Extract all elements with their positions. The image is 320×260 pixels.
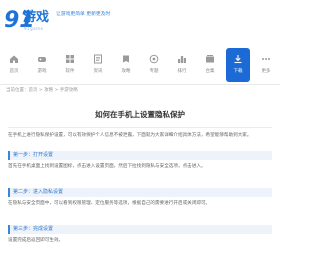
section-body: 设置完成后返回即可生效。 — [8, 238, 64, 243]
nav-item-software[interactable]: 软件 — [58, 48, 82, 82]
nav-label: 下载 — [233, 69, 243, 74]
more-icon — [262, 58, 270, 60]
topic-icon — [149, 54, 159, 64]
section-heading: 第三步：完成设置 — [8, 225, 272, 234]
nav-item-guides[interactable]: 攻略 — [114, 48, 138, 82]
nav-label: 排行 — [177, 69, 187, 74]
nav-item-topics[interactable]: 专题 — [142, 48, 166, 82]
nav-item-ranking[interactable]: 排行 — [170, 48, 194, 82]
nav-label: 游戏 — [37, 69, 47, 74]
nav-label: 攻略 — [121, 69, 131, 74]
logo-sub: 91game — [24, 26, 44, 31]
nav-label: 合集 — [205, 69, 215, 74]
nav-label: 软件 — [65, 69, 75, 74]
collection-icon — [206, 55, 214, 63]
nav-item-more[interactable]: 更多 — [254, 48, 278, 82]
section-body: 首先在手机桌面上找到设置图标，点击进入设置页面，然后下拉找到隐私与安全选项，点击… — [8, 164, 206, 169]
ranking-icon — [178, 56, 186, 63]
nav-item-collections[interactable]: 合集 — [198, 48, 222, 82]
nav-item-home[interactable]: 首页 — [2, 48, 26, 82]
article-intro: 在手机上进行隐私保护设置，可以有效保护个人信息不被泄露，下面就为大家详细介绍具体… — [8, 133, 252, 138]
section-body: 在隐私与安全页面中，可以看到权限管理、定位服务等选项，根据自己的需要进行开启或关… — [8, 201, 211, 206]
section-heading: 第二步：进入隐私设置 — [8, 188, 272, 197]
title-divider — [8, 127, 272, 128]
download-icon — [234, 55, 242, 64]
nav-divider — [0, 84, 280, 85]
app-icon — [66, 55, 74, 63]
nav-label: 首页 — [9, 69, 19, 74]
nav-label: 资讯 — [93, 69, 103, 74]
breadcrumb[interactable]: 当前位置：首页 > 攻略 > 手游攻略 — [6, 88, 78, 94]
nav-item-games[interactable]: 游戏 — [30, 48, 54, 82]
logo-word: 游戏 — [23, 10, 50, 25]
article-content: 如何在手机上设置隐私保护 在手机上进行隐私保护设置，可以有效保护个人信息不被泄露… — [8, 100, 272, 260]
nav-item-download[interactable]: 下载 — [226, 48, 250, 82]
nav-label: 更多 — [261, 69, 271, 74]
home-icon — [10, 55, 18, 63]
site-slogan: 让游戏更简单 更新更及时 — [56, 12, 111, 17]
main-nav: 首页 游戏 软件 资讯 攻略 专题 排行 合集 下载 更多 — [0, 44, 280, 84]
nav-label: 专题 — [149, 69, 159, 74]
nav-item-news[interactable]: 资讯 — [86, 48, 110, 82]
gamepad-icon — [38, 57, 46, 62]
news-icon — [94, 54, 102, 64]
guide-icon — [123, 55, 129, 63]
section-heading: 第一步：打开设置 — [8, 151, 272, 160]
site-logo[interactable]: 91 游戏 91game — [4, 10, 52, 36]
site-header: 91 游戏 91game 让游戏更简单 更新更及时 — [0, 0, 280, 42]
article-title: 如何在手机上设置隐私保护 — [95, 110, 185, 119]
